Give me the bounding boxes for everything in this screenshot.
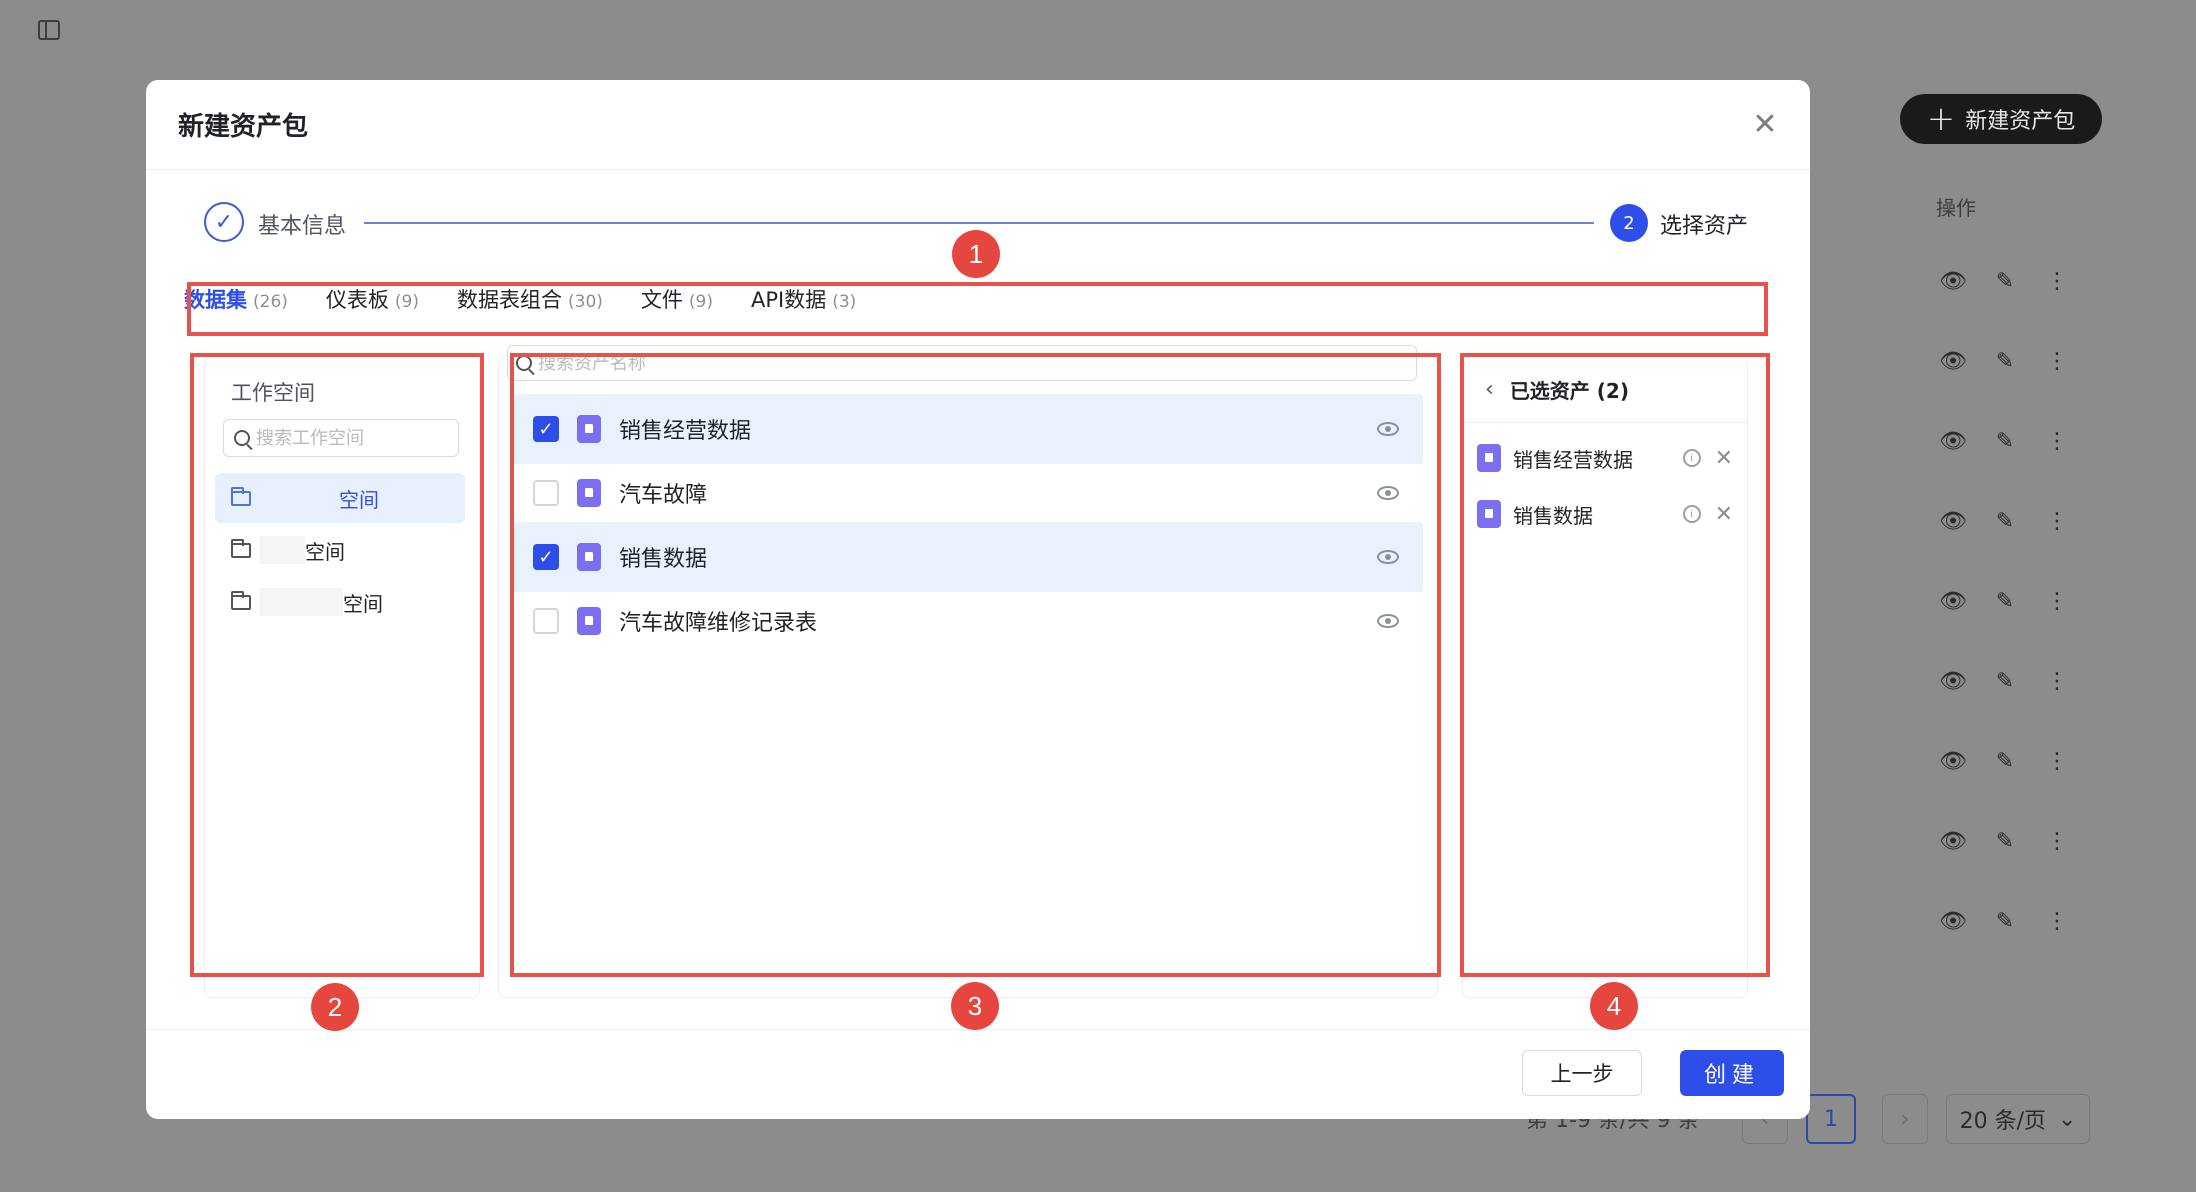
annotation-box-2 [190,353,484,977]
edit-icon[interactable]: ✎ [1990,906,2020,936]
edit-icon[interactable]: ✎ [1990,826,2020,856]
edit-icon[interactable]: ✎ [1990,586,2020,616]
row-actions: 👁 ✎ ⋮ [1938,666,2072,696]
edit-icon[interactable]: ✎ [1990,346,2020,376]
view-icon[interactable]: 👁 [1938,586,1968,616]
annotation-box-3 [510,353,1441,977]
row-actions: 👁 ✎ ⋮ [1938,746,2072,776]
row-actions: 👁 ✎ ⋮ [1938,506,2072,536]
row-actions: 👁 ✎ ⋮ [1938,346,2072,376]
row-actions: 👁 ✎ ⋮ [1938,586,2072,616]
step-number-active: 2 [1610,204,1648,242]
annotation-badge-1: 1 [952,230,1000,278]
annotation-box-4 [1460,353,1770,977]
step-connector-line [364,222,1594,224]
view-icon[interactable]: 👁 [1938,666,1968,696]
more-icon[interactable]: ⋮ [2042,426,2072,456]
view-icon[interactable]: 👁 [1938,426,1968,456]
page-size-label: 20 条/页 [1959,1109,2046,1134]
page-number-button[interactable]: 1 [1806,1094,1856,1144]
row-actions: 👁 ✎ ⋮ [1938,266,2072,296]
more-icon[interactable]: ⋮ [2042,666,2072,696]
more-icon[interactable]: ⋮ [2042,906,2072,936]
annotation-box-1 [187,282,1768,336]
modal-header: 新建资产包 [146,80,1810,170]
create-button[interactable]: 创建 [1680,1050,1784,1096]
annotation-badge-3: 3 [951,982,999,1030]
step-done-check-icon: ✓ [204,202,244,242]
view-icon[interactable]: 👁 [1938,506,1968,536]
modal-footer: 上一步 创建 [146,1029,1810,1119]
more-icon[interactable]: ⋮ [2042,506,2072,536]
chevron-down-icon: ⌄ [2057,1106,2077,1132]
step-label-select-assets: 选择资产 [1660,214,1749,239]
annotation-badge-4: 4 [1590,982,1638,1030]
step-label-basic-info: 基本信息 [258,214,347,239]
view-icon[interactable]: 👁 [1938,346,1968,376]
page-size-select[interactable]: 20 条/页 ⌄ [1946,1094,2090,1144]
previous-step-button[interactable]: 上一步 [1522,1050,1642,1096]
more-icon[interactable]: ⋮ [2042,346,2072,376]
edit-icon[interactable]: ✎ [1990,506,2020,536]
row-actions: 👁 ✎ ⋮ [1938,826,2072,856]
row-actions: 👁 ✎ ⋮ [1938,906,2072,936]
row-actions: 👁 ✎ ⋮ [1938,426,2072,456]
operations-column-header: 操作 [1936,196,1976,220]
modal-title: 新建资产包 [178,112,309,142]
sidebar-toggle-icon[interactable] [38,20,60,40]
edit-icon[interactable]: ✎ [1990,426,2020,456]
view-icon[interactable]: 👁 [1938,266,1968,296]
plus-icon: + [1926,99,1956,139]
next-page-button[interactable]: › [1882,1094,1928,1144]
view-icon[interactable]: 👁 [1938,906,1968,936]
view-icon[interactable]: 👁 [1938,826,1968,856]
more-icon[interactable]: ⋮ [2042,826,2072,856]
new-asset-package-label: 新建资产包 [1965,109,2076,134]
annotation-badge-2: 2 [311,983,359,1031]
close-icon[interactable]: ✕ [1750,110,1780,140]
more-icon[interactable]: ⋮ [2042,746,2072,776]
view-icon[interactable]: 👁 [1938,746,1968,776]
edit-icon[interactable]: ✎ [1990,666,2020,696]
more-icon[interactable]: ⋮ [2042,586,2072,616]
new-asset-package-button[interactable]: + 新建资产包 [1900,94,2102,144]
edit-icon[interactable]: ✎ [1990,266,2020,296]
edit-icon[interactable]: ✎ [1990,746,2020,776]
more-icon[interactable]: ⋮ [2042,266,2072,296]
